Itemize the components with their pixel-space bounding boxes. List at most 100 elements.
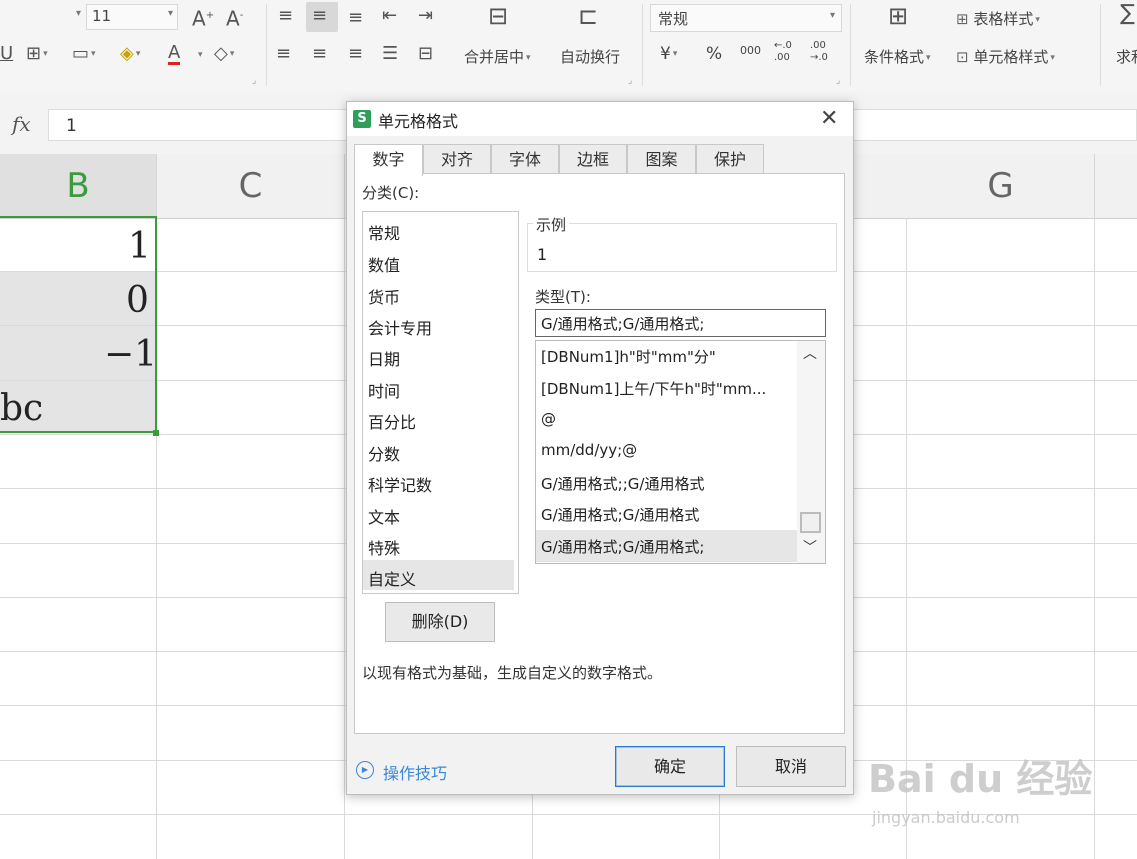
font-size-value: 11 <box>92 7 112 25</box>
fill-handle[interactable] <box>153 430 159 436</box>
font-shrink-icon[interactable]: A- <box>226 6 243 29</box>
dialog-title: 单元格格式 <box>378 112 459 131</box>
font-group-launcher-icon[interactable]: ⌟ <box>252 76 256 86</box>
category-item-number[interactable]: 数值 <box>368 252 400 276</box>
font-size-dropdown-arrow[interactable]: ▾ <box>168 8 173 19</box>
cell-b2[interactable]: 0 <box>126 280 149 321</box>
border-style-icon[interactable]: ▭ ▾ <box>72 44 96 64</box>
font-grow-icon[interactable]: A+ <box>192 6 214 29</box>
baidu-watermark-logo: Bai du 经验 <box>868 757 1093 801</box>
sum-icon[interactable]: ∑ <box>1120 3 1135 25</box>
category-item-special[interactable]: 特殊 <box>368 535 400 559</box>
category-item-scientific[interactable]: 科学记数 <box>368 472 432 496</box>
category-item-text[interactable]: 文本 <box>368 504 400 528</box>
category-item-time[interactable]: 时间 <box>368 378 400 402</box>
delete-button[interactable]: 删除(D) <box>385 602 495 642</box>
tab-pattern[interactable]: 图案 <box>627 144 696 174</box>
align-top-icon[interactable]: ≡ <box>278 6 293 26</box>
increase-decimal-button[interactable]: ←.0 .00 <box>774 40 800 64</box>
tab-protection[interactable]: 保护 <box>696 144 764 174</box>
cell-b1[interactable]: 1 <box>128 226 151 267</box>
underline-icon[interactable]: U <box>0 44 13 64</box>
font-color-dropdown-icon[interactable]: ▾ <box>198 50 203 60</box>
align-center-icon[interactable]: ≡ <box>312 44 327 64</box>
grid-line <box>1094 218 1095 859</box>
column-header-g[interactable]: G <box>907 154 1095 218</box>
type-list-item[interactable]: G/通用格式;G/通用格式 <box>541 504 699 525</box>
decrease-decimal-button[interactable]: .00 →.0 <box>810 40 836 64</box>
conditional-format-icon[interactable]: ⊞ <box>888 4 908 28</box>
ok-button[interactable]: 确定 <box>615 746 725 787</box>
column-header-c[interactable]: C <box>157 154 345 218</box>
cell-style-icon: ⊡ <box>956 48 969 66</box>
tab-number[interactable]: 数字 <box>354 144 423 176</box>
decrease-indent-icon[interactable]: ⇤ <box>382 6 397 26</box>
fx-icon[interactable]: fx <box>12 112 31 136</box>
cell-style-label: 单元格样式 <box>973 48 1049 66</box>
table-style-icon: ⊞ <box>956 10 969 28</box>
sum-button[interactable]: 求和 <box>1116 46 1137 67</box>
wrap-text-button[interactable]: 自动换行 <box>560 46 620 67</box>
tips-link[interactable]: 操作技巧 <box>383 760 447 784</box>
sample-label: 示例 <box>533 214 570 235</box>
align-middle-icon[interactable]: ≡ <box>312 6 327 26</box>
category-item-currency[interactable]: 货币 <box>368 284 400 308</box>
tab-alignment[interactable]: 对齐 <box>423 144 491 174</box>
ribbon-separator <box>642 4 643 86</box>
type-input-value: G/通用格式;G/通用格式; <box>541 315 705 333</box>
font-name-dropdown-arrow[interactable]: ▾ <box>76 8 81 19</box>
borders-icon[interactable]: ⊞ ▾ <box>26 44 48 64</box>
conditional-format-button[interactable]: 条件格式 ▾ <box>864 46 931 67</box>
baidu-watermark-url: jingyan.baidu.com <box>872 808 1020 827</box>
tab-font[interactable]: 字体 <box>491 144 559 174</box>
cancel-button[interactable]: 取消 <box>736 746 846 787</box>
play-circle-icon[interactable]: ▶ <box>356 761 374 779</box>
number-group-launcher-icon[interactable]: ⌟ <box>836 76 840 86</box>
category-item-custom[interactable]: 自定义 <box>368 566 416 590</box>
cell-b4[interactable]: bc <box>0 388 43 429</box>
wrap-text-icon[interactable]: ⊏ <box>578 4 598 28</box>
clear-format-icon[interactable]: ◇ ▾ <box>214 44 234 64</box>
distributed-align-icon[interactable]: ⊟ <box>418 44 433 64</box>
category-item-general[interactable]: 常规 <box>368 220 400 244</box>
currency-button[interactable]: ¥ ▾ <box>660 44 677 64</box>
category-item-date[interactable]: 日期 <box>368 346 400 370</box>
tab-border[interactable]: 边框 <box>559 144 627 174</box>
cell-b3[interactable]: −1 <box>104 334 157 375</box>
category-item-percentage[interactable]: 百分比 <box>368 409 416 433</box>
align-left-icon[interactable]: ≡ <box>276 44 291 64</box>
type-list-item-selected[interactable]: G/通用格式;G/通用格式; <box>541 536 704 557</box>
table-style-button[interactable]: ⊞ 表格样式 ▾ <box>956 8 1040 29</box>
number-format-dropdown-icon[interactable]: ▾ <box>830 10 835 21</box>
align-right-icon[interactable]: ≡ <box>348 44 363 64</box>
close-icon[interactable]: ✕ <box>820 106 838 131</box>
fill-color-icon[interactable]: ◈ ▾ <box>120 44 140 64</box>
chevron-up-icon[interactable]: ︿ <box>803 343 817 363</box>
type-list-item[interactable]: G/通用格式;;G/通用格式 <box>541 473 704 494</box>
increase-indent-icon[interactable]: ⇥ <box>418 6 433 26</box>
table-style-label: 表格样式 <box>973 10 1034 28</box>
chevron-down-icon[interactable]: ﹀ <box>803 537 817 557</box>
category-item-fraction[interactable]: 分数 <box>368 441 400 465</box>
type-list-item[interactable]: mm/dd/yy;@ <box>541 441 637 459</box>
align-bottom-icon[interactable]: ≡ <box>348 8 363 28</box>
wps-app-icon: S <box>353 110 371 128</box>
percent-button[interactable]: % <box>706 44 722 64</box>
cell-style-button[interactable]: ⊡ 单元格样式 ▾ <box>956 46 1055 67</box>
category-item-accounting[interactable]: 会计专用 <box>368 315 432 339</box>
sample-group <box>527 223 837 272</box>
conditional-format-label: 条件格式 <box>864 48 925 66</box>
merge-center-button[interactable]: 合并居中 ▾ <box>464 46 531 67</box>
justify-icon[interactable]: ☰ <box>382 44 398 64</box>
type-list-item[interactable]: [DBNum1]h"时"mm"分" <box>541 346 716 367</box>
scrollbar-thumb[interactable] <box>800 512 821 533</box>
alignment-group-launcher-icon[interactable]: ⌟ <box>628 76 632 86</box>
currency-icon: ¥ <box>660 44 671 64</box>
type-list-item[interactable]: @ <box>541 410 556 428</box>
column-header-b[interactable]: B <box>0 154 157 218</box>
type-list-item[interactable]: [DBNum1]上午/下午h"时"mm... <box>541 378 766 399</box>
thousands-separator-button[interactable]: 000 <box>740 44 761 57</box>
font-color-icon[interactable]: A <box>168 44 181 65</box>
number-format-value: 常规 <box>658 10 689 28</box>
merge-center-icon[interactable]: ⊟ <box>488 4 508 28</box>
